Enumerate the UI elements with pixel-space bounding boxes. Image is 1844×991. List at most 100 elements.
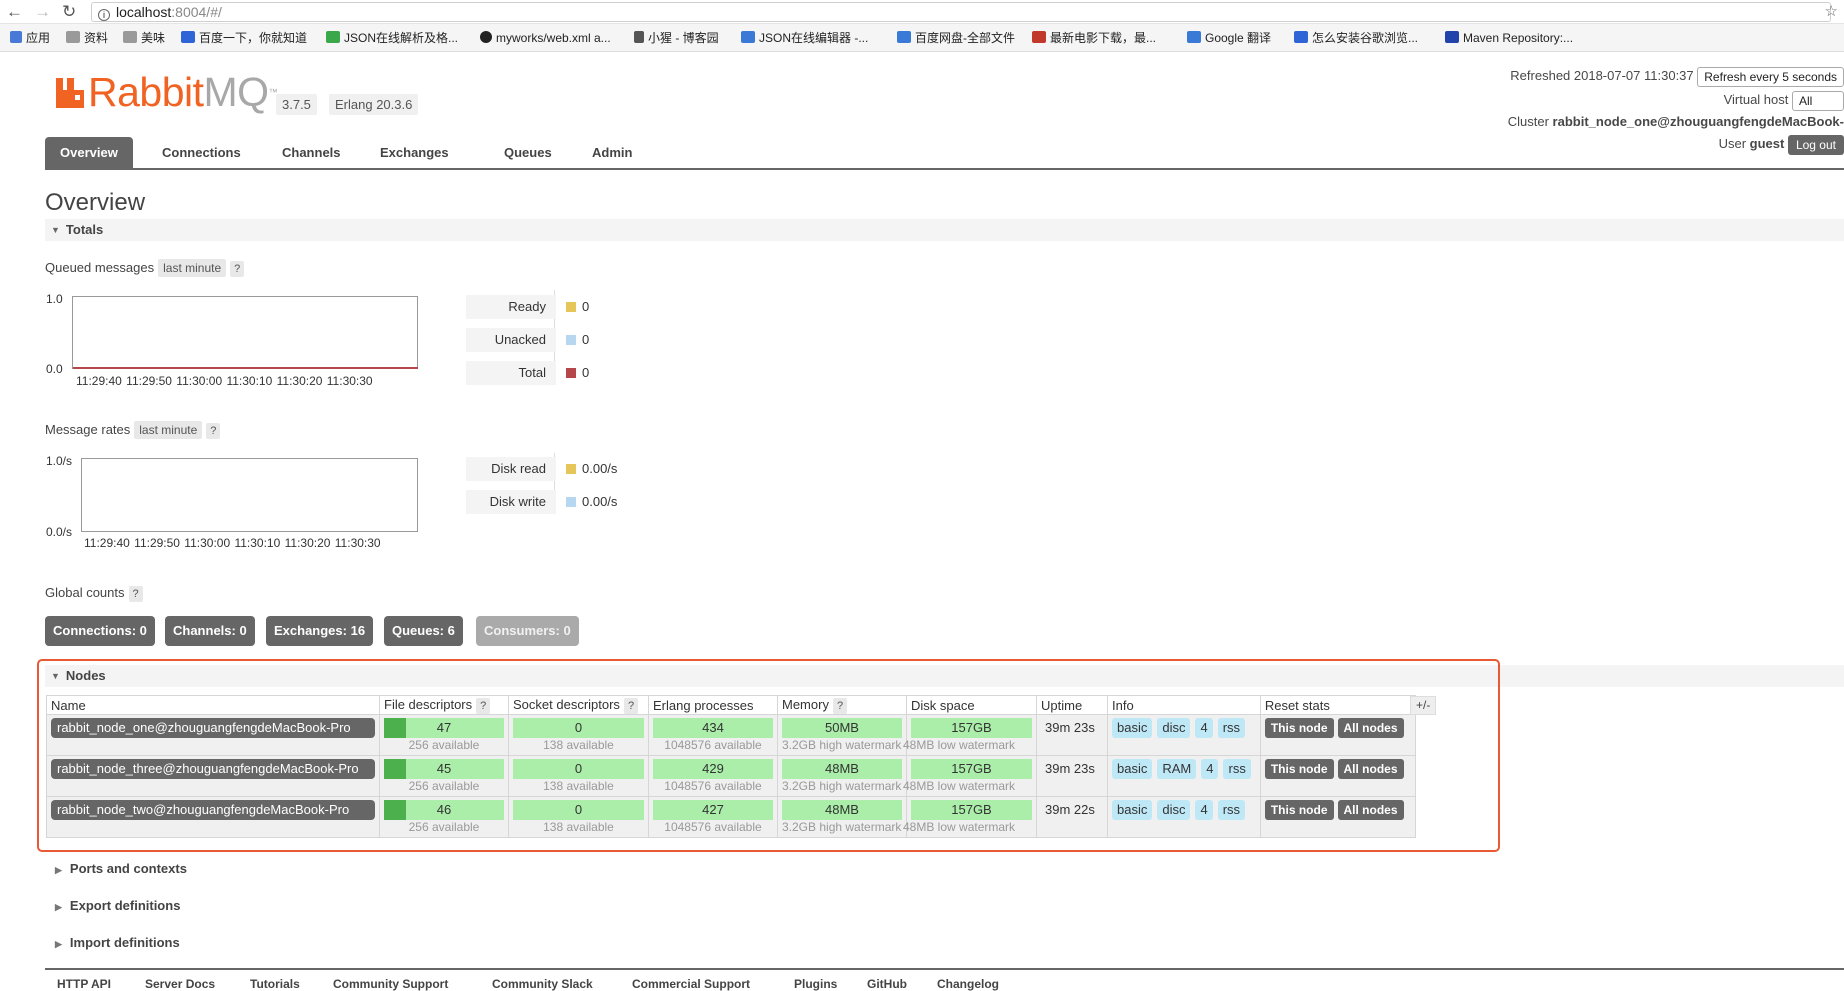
footer-link-http-api[interactable]: HTTP API: [57, 977, 111, 991]
column-header-uptime[interactable]: Uptime: [1036, 695, 1108, 715]
socket-descriptors-available: 138 available: [543, 820, 614, 834]
bookmark-item[interactable]: myworks/web.xml a...: [480, 30, 611, 46]
help-icon[interactable]: ?: [832, 697, 848, 714]
queued-range-selector[interactable]: last minute: [158, 259, 227, 277]
help-icon[interactable]: ?: [206, 423, 221, 439]
erlang-processes-cell: 427 1048576 available: [648, 796, 778, 838]
bookmark-item[interactable]: Google 翻译: [1187, 30, 1271, 46]
reset-this-node-button[interactable]: This node: [1264, 800, 1334, 820]
count-exchanges[interactable]: Exchanges: 16: [266, 616, 374, 646]
info-tag-type[interactable]: basic: [1112, 800, 1153, 820]
footer-link-github[interactable]: GitHub: [867, 977, 907, 991]
tab-admin[interactable]: Admin: [577, 137, 647, 168]
file-descriptors-fill: [384, 718, 406, 738]
info-tag-type[interactable]: basic: [1112, 759, 1153, 779]
back-icon[interactable]: ←: [6, 2, 23, 22]
info-tag-cores[interactable]: 4: [1195, 718, 1213, 738]
bookmark-item[interactable]: JSON在线编辑器 -...: [741, 30, 868, 46]
reset-this-node-button[interactable]: This node: [1264, 759, 1334, 779]
tab-connections[interactable]: Connections: [147, 137, 256, 168]
file-descriptors-bar: 46: [384, 800, 504, 820]
info-tag-storage[interactable]: RAM: [1157, 759, 1197, 779]
memory-watermark: 3.2GB high watermark: [782, 738, 902, 752]
tab-channels[interactable]: Channels: [267, 137, 356, 168]
bookmark-label: 小猩 - 博客园: [648, 31, 719, 45]
reset-all-nodes-button[interactable]: All nodes: [1337, 800, 1404, 820]
tab-exchanges[interactable]: Exchanges: [365, 137, 464, 168]
legend-swatch: [566, 302, 576, 312]
info-tag-memory-calc[interactable]: rss: [1217, 800, 1246, 820]
column-header-file-descriptors[interactable]: File descriptors?: [379, 695, 509, 715]
count-connections[interactable]: Connections: 0: [45, 616, 155, 646]
column-header-socket-descriptors[interactable]: Socket descriptors?: [508, 695, 649, 715]
export-definitions-section[interactable]: ▶ Export definitions: [45, 896, 180, 917]
bookmark-item[interactable]: 应用: [10, 30, 50, 46]
tab-overview[interactable]: Overview: [45, 137, 133, 168]
forward-icon[interactable]: →: [34, 2, 51, 22]
bookmark-item[interactable]: JSON在线解析及格...: [326, 30, 458, 46]
url-path: :8004/#/: [171, 4, 222, 20]
rates-range-selector[interactable]: last minute: [134, 421, 203, 439]
file-descriptors-value: 47: [436, 720, 452, 735]
footer-link-community-support[interactable]: Community Support: [333, 977, 448, 991]
column-header-info[interactable]: Info: [1107, 695, 1261, 715]
bookmark-item[interactable]: 怎么安装谷歌浏览...: [1294, 30, 1418, 46]
column-header-disk-space[interactable]: Disk space: [906, 695, 1037, 715]
column-header-name[interactable]: Name: [46, 695, 380, 715]
help-icon[interactable]: ?: [476, 697, 491, 714]
reset-stats-cell: This node All nodes: [1259, 796, 1416, 838]
info-tag-memory-calc[interactable]: rss: [1217, 718, 1246, 738]
import-definitions-section[interactable]: ▶ Import definitions: [45, 933, 180, 954]
bookmark-label: 应用: [26, 31, 51, 45]
footer-link-changelog[interactable]: Changelog: [937, 977, 999, 991]
totals-section-header[interactable]: ▼ Totals: [45, 219, 1844, 241]
bookmark-item[interactable]: Maven Repository:...: [1445, 30, 1573, 46]
ports-and-contexts-section[interactable]: ▶ Ports and contexts: [45, 859, 187, 880]
bookmark-item[interactable]: 美味: [123, 30, 165, 46]
help-icon[interactable]: ?: [623, 697, 639, 714]
info-tag-cores[interactable]: 4: [1195, 800, 1213, 820]
footer-link-commercial-support[interactable]: Commercial Support: [632, 977, 750, 991]
footer-link-community-slack[interactable]: Community Slack: [492, 977, 593, 991]
bookmark-item[interactable]: 最新电影下载，最...: [1032, 30, 1156, 46]
help-icon[interactable]: ?: [128, 586, 143, 602]
bookmark-item[interactable]: 百度网盘-全部文件: [897, 30, 1015, 46]
count-consumers[interactable]: Consumers: 0: [476, 616, 579, 646]
node-name-link[interactable]: rabbit_node_one@zhouguangfengdeMacBook-P…: [51, 718, 375, 738]
count-queues[interactable]: Queues: 6: [384, 616, 463, 646]
bookmark-star-icon[interactable]: ☆: [1825, 2, 1838, 20]
node-name-link[interactable]: rabbit_node_three@zhouguangfengdeMacBook…: [51, 759, 375, 779]
column-header-reset-stats[interactable]: Reset stats: [1259, 695, 1416, 715]
bookmark-item[interactable]: 百度一下，你就知道: [181, 30, 307, 46]
erlang-processes-value: 427: [702, 802, 724, 817]
info-tag-storage[interactable]: disc: [1157, 800, 1191, 820]
info-tag-memory-calc[interactable]: rss: [1223, 759, 1251, 779]
column-header-memory[interactable]: Memory?: [777, 695, 907, 715]
bookmark-item[interactable]: 小猩 - 博客园: [634, 30, 719, 46]
socket-descriptors-cell: 0 138 available: [508, 796, 649, 838]
vhost-select[interactable]: All: [1792, 90, 1844, 111]
reset-all-nodes-button[interactable]: All nodes: [1337, 718, 1404, 738]
help-icon[interactable]: ?: [230, 261, 245, 277]
info-icon[interactable]: i: [98, 9, 110, 21]
legend-ready-value: 0: [566, 295, 589, 319]
count-channels[interactable]: Channels: 0: [165, 616, 255, 646]
tab-queues[interactable]: Queues: [489, 137, 567, 168]
reset-this-node-button[interactable]: This node: [1264, 718, 1334, 738]
footer-link-tutorials[interactable]: Tutorials: [250, 977, 300, 991]
global-counts-label: Global counts?: [45, 584, 143, 602]
info-tag-type[interactable]: basic: [1112, 718, 1153, 738]
x-tick-labels: 11:29:40 11:29:50 11:30:00 11:30:10 11:3…: [84, 536, 381, 550]
footer-link-server-docs[interactable]: Server Docs: [145, 977, 215, 991]
info-tag-storage[interactable]: disc: [1157, 718, 1191, 738]
reload-icon[interactable]: ↻: [62, 2, 76, 22]
node-name-link[interactable]: rabbit_node_two@zhouguangfengdeMacBook-P…: [51, 800, 375, 820]
footer-link-plugins[interactable]: Plugins: [794, 977, 837, 991]
reset-all-nodes-button[interactable]: All nodes: [1337, 759, 1404, 779]
column-header-erlang-processes[interactable]: Erlang processes: [648, 695, 778, 715]
columns-toggle-button[interactable]: +/-: [1410, 696, 1437, 715]
address-bar[interactable]: i localhost:8004/#/: [91, 2, 1831, 22]
refresh-interval-select[interactable]: Refresh every 5 seconds: [1697, 66, 1844, 87]
bookmark-item[interactable]: 资料: [66, 30, 108, 46]
info-tag-cores[interactable]: 4: [1201, 759, 1219, 779]
